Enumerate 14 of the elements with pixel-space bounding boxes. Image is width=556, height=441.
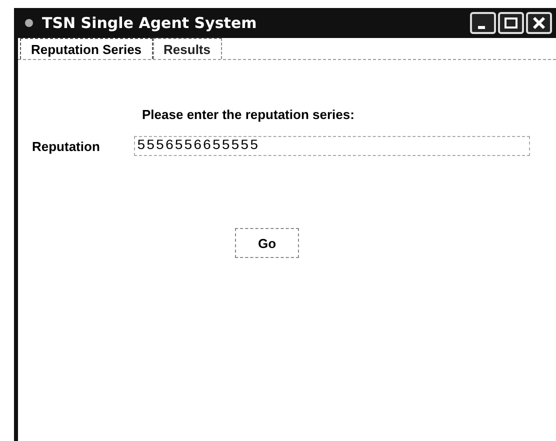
minimize-button[interactable]: [470, 12, 496, 34]
tab[interactable]: Reputation Series: [20, 38, 153, 59]
field-label: Reputation: [32, 138, 101, 154]
app-icon: [24, 18, 34, 28]
tab[interactable]: Results: [152, 38, 222, 59]
go-button[interactable]: Go: [235, 228, 299, 258]
input-field[interactable]: 5556556655555: [134, 136, 530, 156]
close-icon: [532, 16, 546, 30]
window-title: TSN Single Agent System: [42, 14, 258, 32]
minimize-icon: [478, 26, 484, 28]
prompt-text: Please enter the reputation series:: [142, 107, 356, 122]
maximize-icon: [504, 17, 518, 29]
maximize-button[interactable]: [498, 12, 524, 34]
close-button[interactable]: [526, 12, 552, 34]
